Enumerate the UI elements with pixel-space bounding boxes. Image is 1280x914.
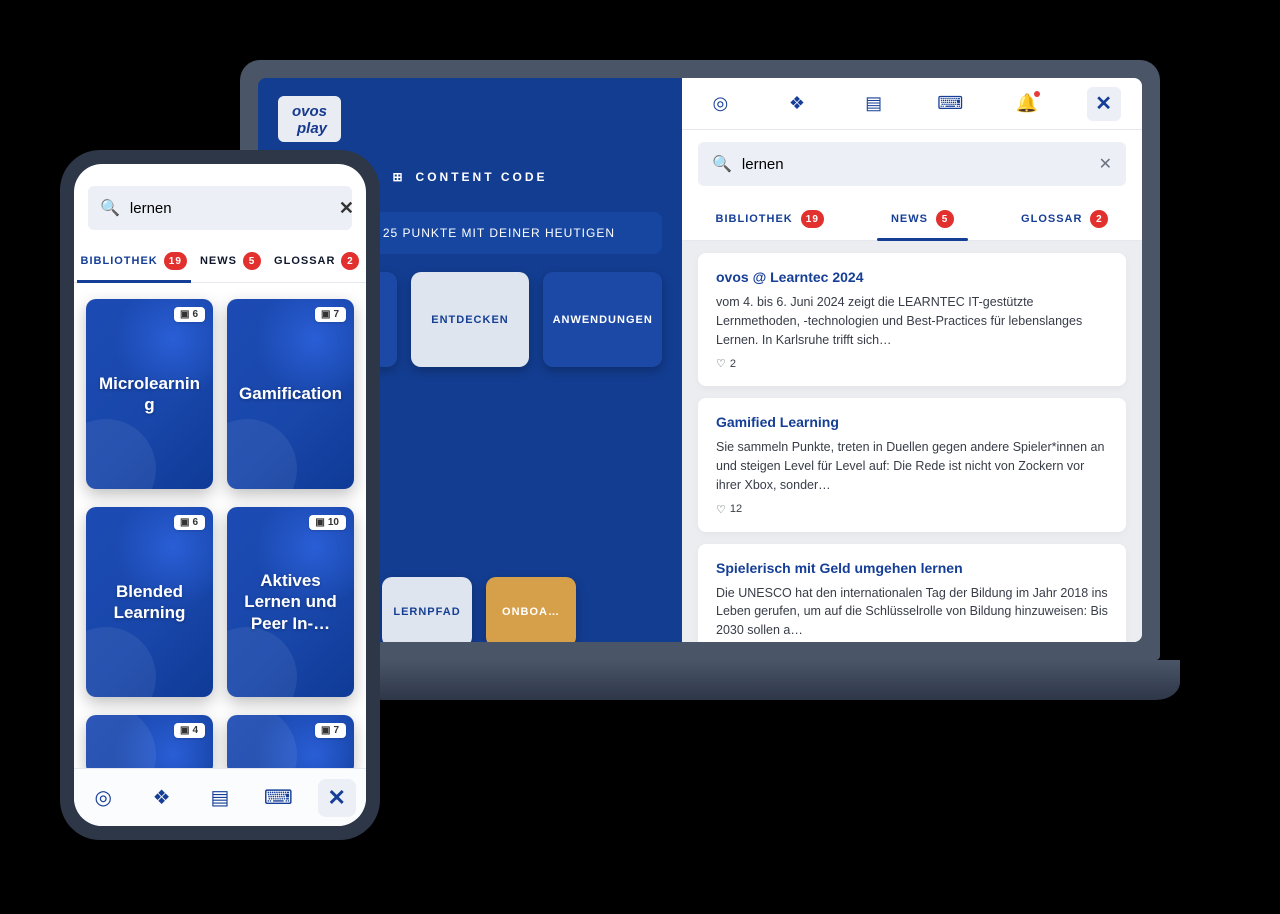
library-card[interactable]: ▣7 Gamification (227, 299, 354, 489)
card-count-badge: ▣6 (174, 307, 205, 322)
category-tile[interactable]: ENTDECKEN (411, 272, 530, 367)
news-card[interactable]: Spielerisch mit Geld umgehen lernen Die … (698, 544, 1126, 643)
news-icon[interactable]: ▤ (201, 779, 239, 817)
phone-device: 🔍 ✕ BIBLIOTHEK 19 NEWS 5 GLOSSAR 2 ▣6 Mi… (60, 150, 380, 840)
content-code-label: CONTENT CODE (416, 170, 548, 184)
controller-icon[interactable]: ⌨ (259, 779, 297, 817)
news-card[interactable]: Gamified Learning Sie sammeln Punkte, tr… (698, 398, 1126, 531)
library-card[interactable]: ▣7 (227, 715, 354, 768)
card-title: Gamification (239, 383, 342, 404)
controller-icon[interactable]: ⌨ (933, 87, 967, 121)
phone-tabs: BIBLIOTHEK 19 NEWS 5 GLOSSAR 2 (74, 238, 366, 283)
tab-news[interactable]: NEWS 5 (883, 196, 962, 240)
search-field[interactable] (130, 200, 329, 217)
search-icon: 🔍 (100, 198, 120, 218)
compass-icon[interactable]: ◎ (84, 779, 122, 817)
count-badge: 2 (1090, 210, 1108, 228)
stack-icon: ▣ (180, 517, 189, 528)
tab-bibliothek[interactable]: BIBLIOTHEK 19 (77, 238, 191, 282)
card-count-badge: ▣7 (315, 307, 346, 322)
count-badge: 5 (243, 252, 261, 270)
library-card[interactable]: ▣10 Aktives Lernen und Peer In-… (227, 507, 354, 697)
news-body: Die UNESCO hat den internationalen Tag d… (716, 584, 1108, 640)
library-card[interactable]: ▣6 Blended Learning (86, 507, 213, 697)
search-panel: ◎ ❖ ▤ ⌨ 🔔 ✕ 🔍 ✕ (682, 78, 1142, 642)
brain-icon[interactable]: ❖ (780, 87, 814, 121)
brand-name: ovos (292, 104, 327, 119)
panel-topbar: ◎ ❖ ▤ ⌨ 🔔 ✕ (682, 78, 1142, 130)
news-title: ovos @ Learntec 2024 (716, 269, 1108, 285)
card-title: Microlearning (96, 373, 203, 416)
stack-icon: ▣ (321, 725, 330, 736)
heart-icon: ♡ (716, 503, 726, 516)
news-list: ovos @ Learntec 2024 vom 4. bis 6. Juni … (682, 241, 1142, 642)
count-badge: 19 (801, 210, 824, 228)
card-count-badge: ▣7 (315, 723, 346, 738)
category-tile[interactable]: LERNPFAD (382, 577, 472, 642)
phone-screen: 🔍 ✕ BIBLIOTHEK 19 NEWS 5 GLOSSAR 2 ▣6 Mi… (74, 164, 366, 826)
card-count-badge: ▣6 (174, 515, 205, 530)
panel-tabs: BIBLIOTHEK 19 NEWS 5 GLOSSAR 2 (682, 196, 1142, 241)
stack-icon: ▣ (315, 517, 324, 528)
library-card[interactable]: ▣6 Microlearning (86, 299, 213, 489)
card-count-badge: ▣10 (309, 515, 346, 530)
count-badge: 19 (164, 252, 187, 270)
news-title: Spielerisch mit Geld umgehen lernen (716, 560, 1108, 576)
compass-icon[interactable]: ◎ (703, 87, 737, 121)
news-title: Gamified Learning (716, 414, 1108, 430)
stack-icon: ▣ (321, 309, 330, 320)
search-icon: 🔍 (712, 154, 732, 174)
stack-icon: ▣ (180, 725, 189, 736)
tab-bibliothek[interactable]: BIBLIOTHEK 19 (708, 196, 832, 240)
news-card[interactable]: ovos @ Learntec 2024 vom 4. bis 6. Juni … (698, 253, 1126, 386)
category-tile[interactable]: ANWENDUNGEN (543, 272, 662, 367)
library-card[interactable]: ▣4 (86, 715, 213, 768)
brand-logo: ovos play (278, 96, 341, 142)
count-badge: 5 (936, 210, 954, 228)
search-input[interactable]: 🔍 ✕ (88, 186, 352, 230)
laptop-screen: ovos play ⊞ CONTENT CODE ✦ ERHALTE 25 PU… (258, 78, 1142, 642)
brain-icon[interactable]: ❖ (143, 779, 181, 817)
brand-sub: play (292, 121, 327, 136)
heart-icon: ♡ (716, 357, 726, 370)
news-body: vom 4. bis 6. Juni 2024 zeigt die LEARNT… (716, 293, 1108, 349)
card-grid: ▣6 Microlearning ▣7 Gamification ▣6 Blen… (74, 283, 366, 768)
stack-icon: ▣ (180, 309, 189, 320)
news-body: Sie sammeln Punkte, treten in Duellen ge… (716, 438, 1108, 494)
qr-icon: ⊞ (392, 170, 405, 184)
tab-glossar[interactable]: GLOSSAR 2 (1013, 196, 1116, 240)
clear-icon[interactable]: ✕ (339, 198, 354, 219)
card-title: Aktives Lernen und Peer In-… (237, 570, 344, 634)
count-badge: 2 (341, 252, 359, 270)
tab-glossar[interactable]: GLOSSAR 2 (270, 238, 363, 282)
close-icon[interactable]: ✕ (1087, 87, 1121, 121)
clear-icon[interactable]: ✕ (1099, 154, 1112, 174)
search-field[interactable] (742, 156, 1089, 173)
bell-icon[interactable]: 🔔 (1010, 87, 1044, 121)
close-icon[interactable]: ✕ (318, 779, 356, 817)
card-title: Blended Learning (96, 581, 203, 624)
category-tile[interactable]: ONBOA… (486, 577, 576, 642)
news-icon[interactable]: ▤ (857, 87, 891, 121)
tab-news[interactable]: NEWS 5 (196, 238, 265, 282)
phone-bottom-nav: ◎ ❖ ▤ ⌨ ✕ (74, 768, 366, 826)
search-input[interactable]: 🔍 ✕ (698, 142, 1126, 186)
likes-row[interactable]: ♡12 (716, 503, 1108, 516)
likes-row[interactable]: ♡2 (716, 357, 1108, 370)
card-count-badge: ▣4 (174, 723, 205, 738)
